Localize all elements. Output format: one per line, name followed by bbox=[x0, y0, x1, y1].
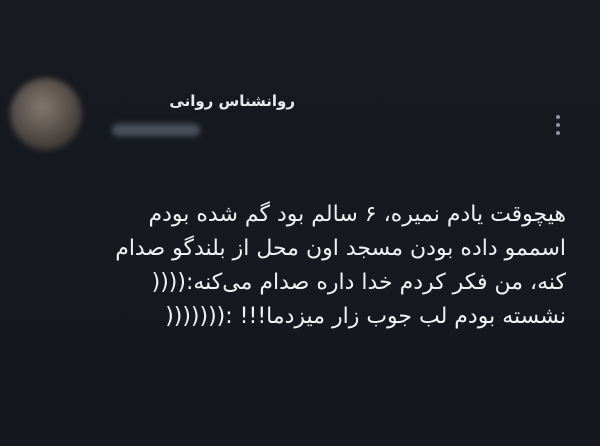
display-name[interactable]: روانشناس روانی bbox=[169, 92, 295, 110]
more-options-button[interactable] bbox=[548, 110, 568, 140]
more-vertical-icon bbox=[556, 115, 560, 119]
tweet-text-line: کنه، من فکر کردم خدا داره صدام می‌کنه:((… bbox=[151, 270, 566, 295]
more-vertical-icon bbox=[556, 131, 560, 135]
more-vertical-icon bbox=[556, 123, 560, 127]
tweet-card: روانشناس روانی هیچوقت یادم نمیره، ۶ سالم… bbox=[0, 0, 600, 446]
tweet-text-line: هیچوقت یادم نمیره، ۶ سالم بود گم شده بود… bbox=[148, 202, 567, 227]
handle-redacted bbox=[112, 124, 200, 136]
avatar[interactable] bbox=[10, 78, 82, 150]
tweet-text: هیچوقت یادم نمیره، ۶ سالم بود گم شده بود… bbox=[14, 198, 566, 334]
tweet-text-line: اسممو داده بودن مسجد اون محل از بلندگو ص… bbox=[115, 236, 566, 261]
tweet-text-line: نشسته بودم لب جوب زار میزدما!!! :((((((( bbox=[165, 304, 566, 329]
